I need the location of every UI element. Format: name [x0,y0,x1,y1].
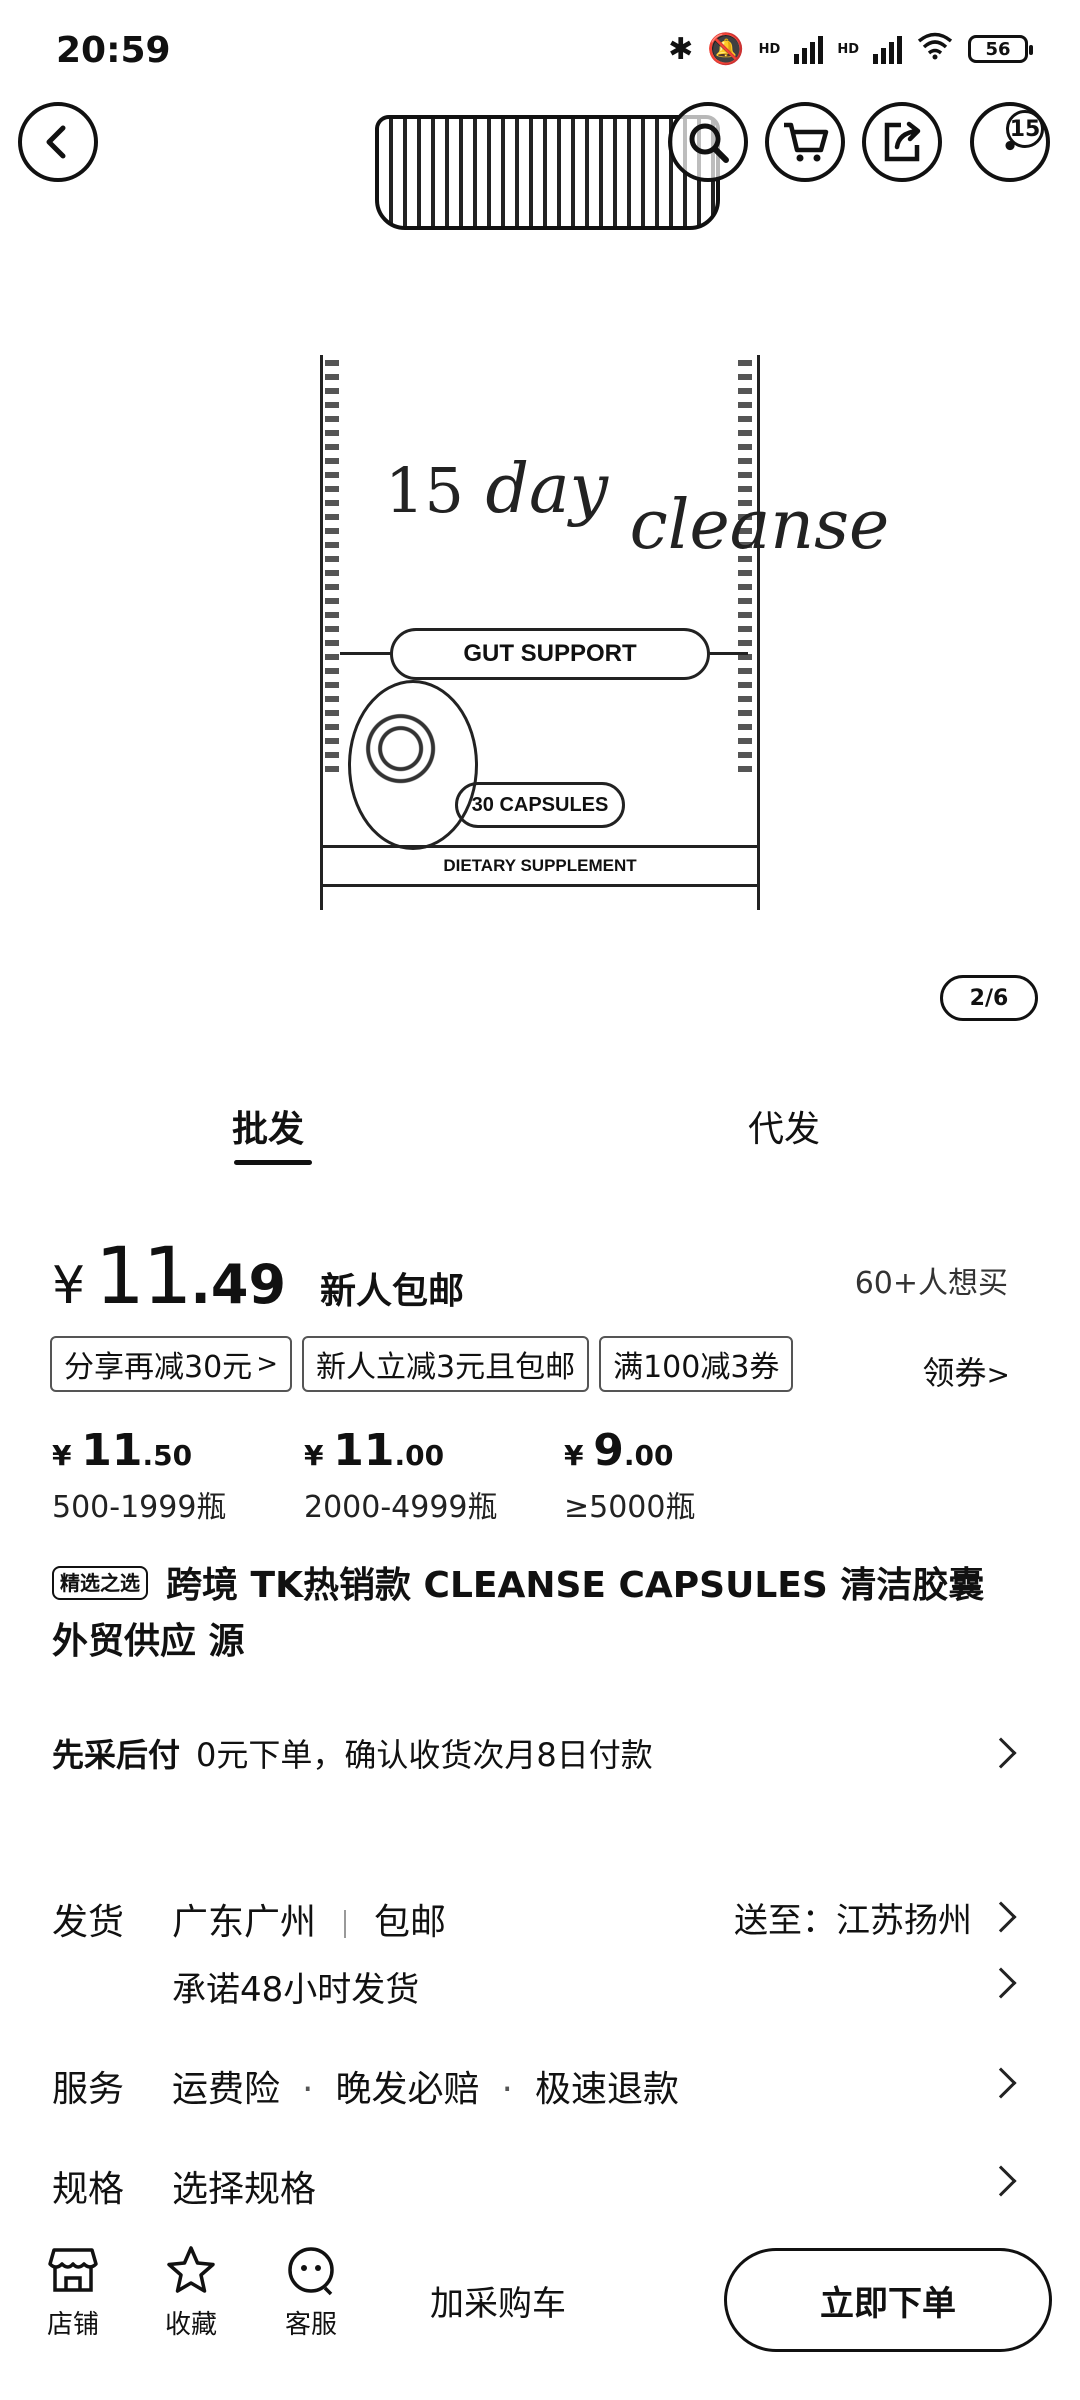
add-to-cart-button[interactable]: 加采购车 [430,2276,566,2325]
service-label: 服务 [52,2069,125,2110]
star-icon [146,2240,236,2300]
product-brand-logo: 15 day cleanse [385,450,890,565]
shipping-origin: 广东广州 包邮 [172,1893,446,1945]
bluetooth-icon: ✱ [668,31,694,67]
shipping-label: 发货 [52,1902,125,1943]
coupon-share-label: 分享再减30元 [64,1350,253,1385]
pay-later-row[interactable]: 先采后付 0元下单，确认收货次月8日付款 [52,1730,1012,1780]
status-bar: 20:59 ✱ 🔕 HD HD 56 [0,0,1080,100]
hd-label-2: HD [837,41,859,57]
tier-price-value: ¥ 11.50 [52,1425,193,1476]
message-badge: 15 [1006,110,1044,148]
mute-bell-icon: 🔕 [707,31,745,67]
more-button[interactable]: • 15 [970,102,1050,182]
currency-symbol: ¥ [52,1256,86,1316]
free-shipping-label: 新人包邮 [320,1271,465,1312]
dietary-supplement-label: DIETARY SUPPLEMENT [322,845,758,887]
share-button[interactable] [862,102,942,182]
battery-icon: 56 [968,35,1033,63]
want-count: 60+人想买 [854,1266,1008,1301]
label-line-right [708,652,748,655]
shop-label: 店铺 [46,2310,99,2340]
separator-dot: · [302,2069,314,2110]
price-decimal: .49 [190,1253,287,1316]
get-coupon-link[interactable]: 领券> [923,1348,1010,1394]
pay-later-value: 0元下单，确认收货次月8日付款 [196,1736,653,1774]
tier-price: ¥ 11.00 2000-4999瓶 [304,1425,498,1526]
customer-service-button[interactable]: 客服 [266,2240,356,2341]
pay-later-key: 先采后付 [52,1736,181,1774]
divider [344,1910,347,1938]
service-item: 运费险 [172,2069,281,2110]
bottom-action-bar: 店铺 收藏 客服 加采购车 立即下单 [0,2240,1080,2400]
signal-icon-2 [873,34,902,64]
tier-price: ¥ 11.50 500-1999瓶 [52,1425,226,1526]
back-button[interactable] [18,102,98,182]
share-icon [884,121,921,162]
chevron-right-icon[interactable] [985,2165,1017,2197]
tier-price: ¥ 9.00 ≥5000瓶 [564,1425,695,1526]
chevron-right-icon[interactable] [985,1901,1017,1933]
shipping-promise: 承诺48小时发货 [172,1970,420,2010]
separator-dot: · [501,2069,513,2110]
cart-icon [784,122,829,162]
coupon-new-user[interactable]: 新人立减3元且包邮 [301,1336,590,1392]
service-items[interactable]: 运费险 · 晚发必赔 · 极速退款 [172,2060,679,2112]
get-coupon-label: 领券 [922,1354,987,1392]
tab-wholesale[interactable]: 批发 [232,1100,304,1152]
coupon-share[interactable]: 分享再减30元 > [50,1336,292,1392]
status-icons: ✱ 🔕 HD HD 56 [668,30,1033,68]
jar-side-text-left [325,360,339,780]
search-icon [689,123,729,163]
buy-now-button[interactable]: 立即下单 [724,2248,1052,2352]
search-button[interactable] [668,102,748,182]
cart-button[interactable] [765,102,845,182]
spec-select[interactable]: 选择规格 [172,2160,316,2212]
coupon-threshold[interactable]: 满100减3券 [599,1336,794,1392]
shop-button[interactable]: 店铺 [28,2240,118,2341]
purchase-mode-tabs: 批发 代发 [0,1090,1080,1180]
favorite-button[interactable]: 收藏 [146,2240,236,2341]
chat-face-icon [266,2240,356,2300]
chevron-right-icon[interactable] [985,1967,1017,1999]
chevron-left-icon [46,125,66,159]
gut-support-label: GUT SUPPORT [390,628,710,680]
status-time: 20:59 [56,30,171,71]
capsules-count-label: 30 CAPSULES [455,782,625,828]
gallery-page-indicator: 2/6 [940,975,1038,1021]
herb-illustration [348,680,478,850]
label-line-left [340,652,392,655]
tier-price-value: ¥ 9.00 [564,1425,674,1476]
hd-label: HD [758,41,781,57]
tab-dropship[interactable]: 代发 [748,1100,820,1152]
shipping-origin-city: 广东广州 [172,1902,317,1943]
price-row: ¥ 11 .49 新人包邮 [52,1232,464,1322]
jar-side-text-right [738,360,752,780]
chevron-right-icon[interactable] [985,2067,1017,2099]
active-tab-indicator [234,1160,312,1165]
coupon-list: 分享再减30元 > 新人立减3元且包邮 满100减3券 [50,1336,794,1392]
chevron-right-icon: > [256,1349,278,1379]
tier-quantity: ≥5000瓶 [564,1490,696,1525]
spec-label: 规格 [52,2169,125,2210]
signal-icon [794,34,824,64]
title-tag-badge: 精选之选 [52,1566,148,1600]
ship-to-address[interactable]: 送至：江苏扬州 [734,1893,972,1942]
service-item: 极速退款 [534,2069,679,2110]
product-title: 精选之选 跨境 TK热销款 CLEANSE CAPSULES 清洁胶囊 外贸供应 … [52,1558,1032,1670]
tier-price-value: ¥ 11.00 [304,1425,445,1476]
service-item: 晚发必赔 [335,2069,480,2110]
shipping-free-label: 包邮 [374,1902,447,1943]
wifi-icon [916,30,954,68]
tier-quantity: 2000-4999瓶 [304,1490,498,1525]
favorite-label: 收藏 [164,2310,217,2340]
chevron-right-icon: > [986,1358,1010,1391]
product-title-text: 跨境 TK热销款 CLEANSE CAPSULES 清洁胶囊 外贸供应 源 [52,1565,985,1662]
price-integer: 11 [95,1232,192,1322]
shop-icon [28,2240,118,2300]
customer-service-label: 客服 [284,2310,337,2340]
tier-quantity: 500-1999瓶 [52,1490,227,1525]
